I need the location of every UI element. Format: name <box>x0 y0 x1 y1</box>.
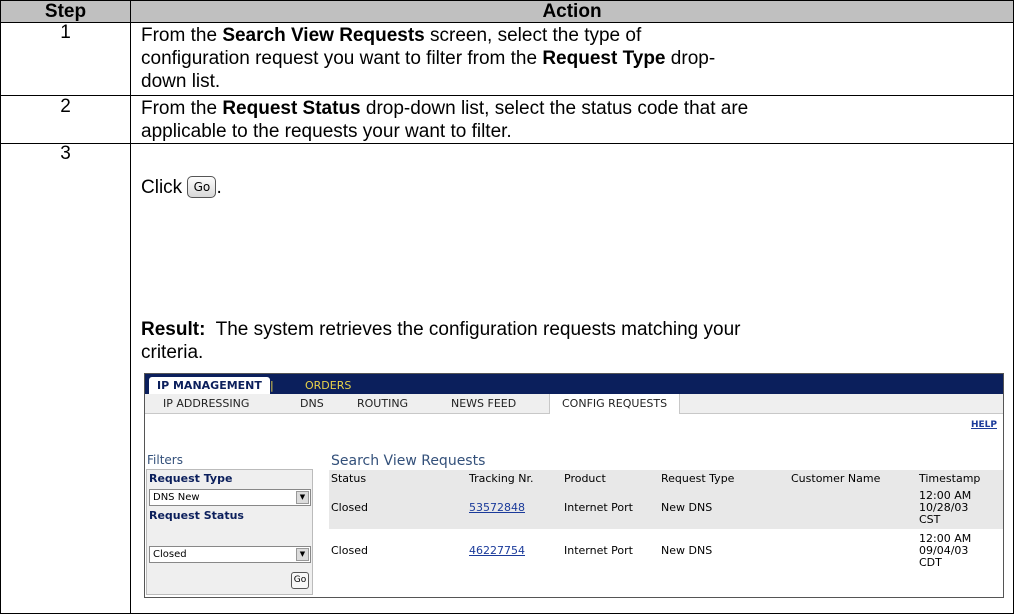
chevron-down-icon[interactable]: ▼ <box>296 491 309 504</box>
tracking-link[interactable]: 46227754 <box>469 544 525 558</box>
steps-table: Step Action 1 From the Search View Reque… <box>0 0 1014 614</box>
step-2-text: From the Request Status drop-down list, … <box>141 98 749 142</box>
cell-product: Internet Port <box>564 544 633 557</box>
action-column-header: Action <box>542 1 602 22</box>
subtab-dns[interactable]: DNS <box>300 394 324 413</box>
request-type-label: Request Type <box>149 472 233 485</box>
row-divider <box>1 95 1013 96</box>
col-timestamp: Timestamp <box>919 472 981 485</box>
results-header-row: Status Tracking Nr. Product Request Type… <box>329 470 1003 488</box>
col-status: Status <box>331 472 367 485</box>
table-row: Closed 46227754 Internet Port New DNS 12… <box>329 531 1003 572</box>
subtab-config-requests[interactable]: CONFIG REQUESTS <box>549 394 681 414</box>
chevron-down-icon[interactable]: ▼ <box>296 548 309 561</box>
col-product: Product <box>564 472 606 485</box>
col-tracking: Tracking Nr. <box>469 472 534 485</box>
step-number: 3 <box>60 143 71 164</box>
cell-timestamp: 12:00 AM 09/04/03 CDT <box>919 532 972 569</box>
tab-orders[interactable]: ORDERS <box>305 377 351 394</box>
col-customer-name: Customer Name <box>791 472 881 485</box>
step-1-text: From the Search View Requests screen, se… <box>141 25 716 92</box>
help-link[interactable]: HELP <box>971 420 997 430</box>
step-number: 2 <box>60 96 71 117</box>
embedded-screenshot: IP MANAGEMENT | ORDERS IP ADDRESSING DNS… <box>144 373 1004 598</box>
cell-product: Internet Port <box>564 501 633 514</box>
step-3-result: Result: The system retrieves the configu… <box>141 319 741 363</box>
filters-title: Filters <box>147 453 183 467</box>
row-divider <box>1 143 1013 144</box>
filters-panel: Request Type DNS New ▼ Request Status Cl… <box>146 469 313 595</box>
subtab-routing[interactable]: ROUTING <box>357 394 408 413</box>
subtab-ip-addressing[interactable]: IP ADDRESSING <box>163 394 249 413</box>
go-button-image: Go <box>187 176 217 198</box>
cell-timestamp: 12:00 AM 10/28/03 CST <box>919 489 972 526</box>
subtab-news-feed[interactable]: NEWS FEED <box>451 394 516 413</box>
tab-ip-management[interactable]: IP MANAGEMENT <box>149 377 270 394</box>
cell-request-type: New DNS <box>661 501 713 514</box>
cell-request-type: New DNS <box>661 544 713 557</box>
col-request-type: Request Type <box>661 472 735 485</box>
tracking-link[interactable]: 53572848 <box>469 501 525 515</box>
step-column-header: Step <box>44 1 87 22</box>
step-number: 1 <box>60 22 71 43</box>
cell-status: Closed <box>331 501 368 514</box>
nav-separator: | <box>270 379 274 392</box>
request-type-select[interactable]: DNS New ▼ <box>149 489 311 506</box>
go-button[interactable]: Go <box>291 572 309 589</box>
column-divider <box>130 1 131 613</box>
step-3-click-line: Click Go. <box>141 176 222 198</box>
results-title: Search View Requests <box>331 453 486 469</box>
cell-status: Closed <box>331 544 368 557</box>
table-header-row: Step Action <box>1 1 1013 23</box>
request-status-label: Request Status <box>149 509 244 522</box>
request-status-select[interactable]: Closed ▼ <box>149 546 311 563</box>
table-row: Closed 53572848 Internet Port New DNS 12… <box>329 488 1003 529</box>
